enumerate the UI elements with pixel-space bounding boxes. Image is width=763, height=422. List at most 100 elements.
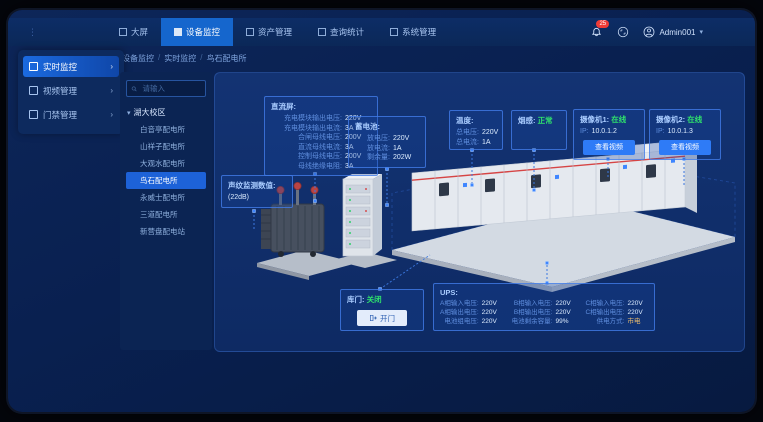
tree-item[interactable]: 三道配电所 [126, 206, 206, 223]
app-window: ⋮ 大屏 设备监控 资产管理 查询统计 系统管理 [8, 10, 755, 412]
view-video-button-1[interactable]: 查看视频 [583, 140, 635, 155]
breadcrumb-item[interactable]: 设备监控 [122, 53, 154, 64]
settings-icon [390, 28, 398, 36]
metric-label: 电池剩余容量: [512, 317, 553, 326]
metric-value: 202W [393, 153, 419, 163]
tree-item[interactable]: 山祥子配电所 [126, 138, 206, 155]
metric-label: 放电压: [355, 134, 390, 144]
metric-label: 剩余量: [355, 153, 390, 163]
tree-item[interactable]: 大观水配电所 [126, 155, 206, 172]
breadcrumb-item[interactable]: 实时监控 [164, 53, 196, 64]
smoke-status: 正常 [538, 116, 553, 125]
open-door-button[interactable]: 开门 [357, 310, 407, 326]
avatar-icon [643, 26, 655, 38]
bell-icon [591, 27, 602, 38]
metric-label: 控制母线电压: [271, 152, 342, 162]
metric-label: 总电流: [456, 138, 479, 148]
metric-label: B相输入电压: [512, 299, 553, 308]
metric-label: A相输出电压: [440, 308, 479, 317]
tree-item[interactable]: 白音亭配电所 [126, 121, 206, 138]
tab-dashboard[interactable]: 大屏 [106, 18, 161, 46]
metric-value: 1A [482, 138, 496, 148]
door-status: 关闭 [367, 295, 382, 304]
metric-value: 220V [482, 128, 498, 138]
grip-icon: ⋮ [28, 27, 36, 38]
access-control-icon [29, 110, 38, 119]
tree-item-selected[interactable]: 鸟石配电所 [126, 172, 206, 189]
metric-value: 1A [393, 144, 419, 154]
user-menu[interactable]: Admin001 ▾ [643, 26, 703, 38]
notification-badge: 25 [596, 20, 609, 28]
metric-label: B相输出电压: [512, 308, 553, 317]
battery-panel: 蓄电池: 放电压:220V 放电流:1A 剩余量:202W [348, 116, 426, 168]
sidebar-item-realtime-monitor[interactable]: 实时监控 › [23, 56, 119, 77]
panel-title: 声纹监测数值: [228, 180, 286, 191]
temperature-panel: 温度: 总电压:220V 总电流:1A [449, 110, 503, 150]
station-tree-panel: ▾ 湖大校区 白音亭配电所 山祥子配电所 大观水配电所 鸟石配电所 永威士配电所… [120, 72, 212, 350]
ups-column-b: B相输入电压:220V B相输出电压:220V 电池剩余容量:99% [512, 299, 578, 326]
user-name: Admin001 [659, 28, 695, 37]
chevron-right-icon: › [110, 86, 113, 95]
fullscreen-icon [617, 26, 629, 38]
station-monitor-canvas: 直流屏: 充电模块输出电压:220V 充电模块输出电流:3A 合闸母线电压:20… [214, 72, 745, 352]
ups-column-a: A相输入电压:220V A相输出电压:220V 电池组电压:220V [440, 299, 504, 326]
metric-label: 电池组电压: [440, 317, 479, 326]
breadcrumb-separator: / [158, 53, 160, 64]
metric-label: 放电流: [355, 144, 390, 154]
metric-value: 220V [482, 308, 504, 317]
metric-value: 220V [555, 308, 577, 317]
caret-down-icon: ▾ [127, 109, 131, 117]
nav-tabs: 大屏 设备监控 资产管理 查询统计 系统管理 [106, 18, 449, 46]
camera2-ip: 10.0.1.3 [668, 127, 693, 137]
metric-value: 99% [555, 317, 577, 326]
breadcrumb-item[interactable]: 鸟石配电所 [206, 53, 246, 64]
metric-value: 220V [627, 299, 649, 308]
sidebar-item-label: 实时监控 [43, 61, 77, 73]
acoustic-monitor-panel: 声纹监测数值: (22dB) [221, 175, 293, 208]
camera1-panel: 摄像机1: 在线 IP:10.0.1.2 查看视频 [573, 109, 645, 160]
sidebar-item-label: 视频管理 [43, 85, 77, 97]
open-door-label: 开门 [380, 313, 395, 324]
tab-label: 设备监控 [186, 26, 220, 38]
camera1-ip: 10.0.1.2 [592, 127, 617, 137]
smoke-sensor-panel: 烟感: 正常 [511, 110, 567, 150]
metric-label: 母线绝缘电阻: [271, 162, 342, 172]
notification-bell-button[interactable]: 25 [589, 25, 603, 39]
panel-title: 温度: [456, 115, 496, 126]
search-input[interactable] [140, 83, 201, 94]
screen-icon [119, 28, 127, 36]
ups-panel: UPS: A相输入电压:220V A相输出电压:220V 电池组电压:220V … [433, 283, 655, 331]
fullscreen-button[interactable] [616, 25, 630, 39]
metric-value: 220V [482, 299, 504, 308]
panel-title: UPS: [440, 288, 648, 297]
device-monitor-icon [174, 28, 182, 36]
ups-column-c: C相输入电压:220V C相输出电压:220V 供电方式:市电 [585, 299, 649, 326]
tree-search [126, 80, 206, 97]
breadcrumb-separator: / [200, 53, 202, 64]
panel-title: 摄像机1: [580, 115, 609, 124]
tree-root-node[interactable]: ▾ 湖大校区 [127, 107, 206, 118]
sidebar-item-video-management[interactable]: 视频管理 › [23, 80, 119, 101]
tab-query-statistics[interactable]: 查询统计 [305, 18, 377, 46]
camera2-status: 在线 [687, 115, 702, 124]
view-video-button-2[interactable]: 查看视频 [659, 140, 711, 155]
tab-label: 系统管理 [402, 26, 436, 38]
metric-label: 直流母线电流: [271, 143, 342, 153]
metric-label: 充电模块输出电压: [271, 114, 342, 124]
tab-system-management[interactable]: 系统管理 [377, 18, 449, 46]
door-panel: 库门: 关闭 开门 [340, 289, 424, 331]
tab-asset-management[interactable]: 资产管理 [233, 18, 305, 46]
metric-label: A相输入电压: [440, 299, 479, 308]
chevron-right-icon: › [110, 62, 113, 71]
search-icon [131, 85, 137, 93]
tab-device-monitor[interactable]: 设备监控 [161, 18, 233, 46]
tree-item[interactable]: 新营盘配电站 [126, 223, 206, 240]
tree-item[interactable]: 永威士配电所 [126, 189, 206, 206]
sidebar-item-access-control[interactable]: 门禁管理 › [23, 104, 119, 125]
camera2-panel: 摄像机2: 在线 IP:10.0.1.3 查看视频 [649, 109, 721, 160]
metric-label: 充电模块输出电流: [271, 124, 342, 134]
sidebar: 实时监控 › 视频管理 › 门禁管理 › [18, 50, 124, 134]
metric-value: 220V [555, 299, 577, 308]
door-open-icon [369, 314, 377, 322]
realtime-monitor-icon [29, 62, 38, 71]
